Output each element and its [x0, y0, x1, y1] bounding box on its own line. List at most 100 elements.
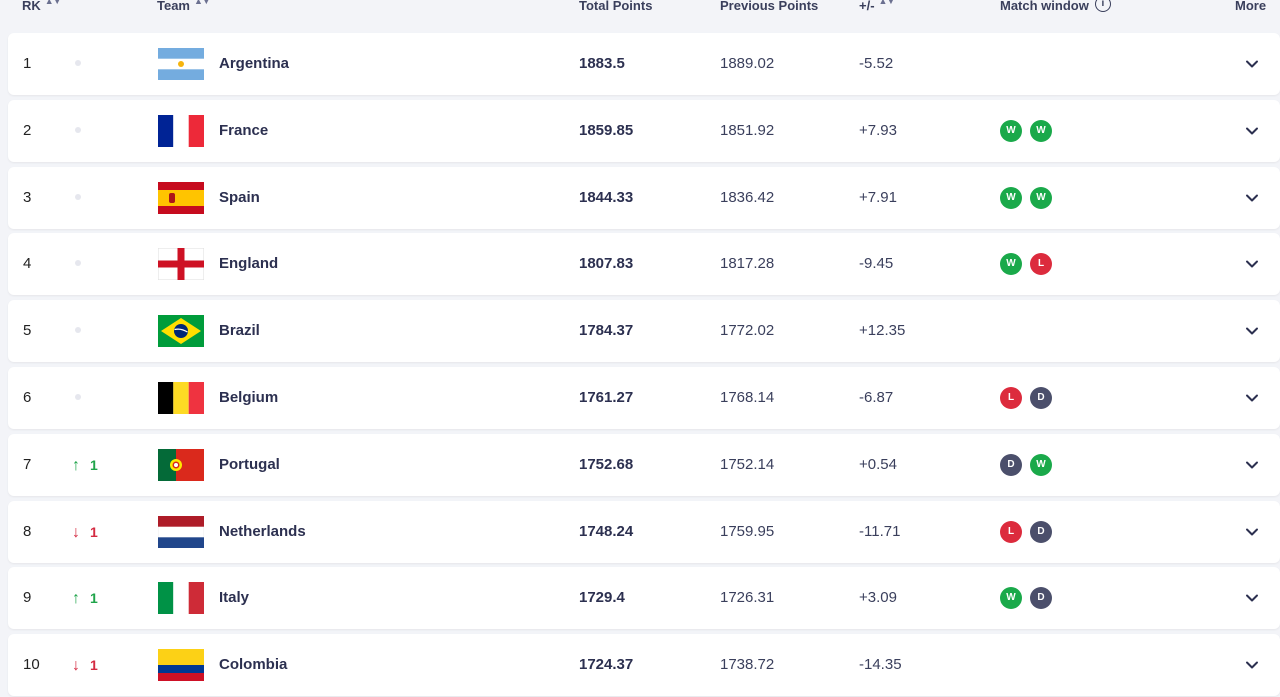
total-points: 1844.33 [579, 188, 634, 206]
table-row[interactable]: 6 Belgium 1761.27 1768.14 -6.87 LD [8, 367, 1280, 429]
match-result-badge: D [1000, 453, 1022, 476]
chevron-down-icon[interactable] [1242, 522, 1262, 542]
table-row[interactable]: 1 Argentina 1883.5 1889.02 -5.52 [8, 33, 1280, 95]
previous-points: 1817.28 [720, 255, 775, 273]
rank-header[interactable]: RK ▲▼ [22, 0, 62, 13]
rank-change [72, 233, 81, 295]
rank-number: 4 [23, 255, 32, 273]
diff-header[interactable]: +/- ▲▼ [859, 0, 895, 13]
sort-icon[interactable]: ▲▼ [194, 0, 211, 6]
rank-number: 10 [23, 656, 40, 674]
more-header: More [1235, 0, 1267, 13]
no-change-dot-icon [75, 327, 81, 334]
no-change-dot-icon [75, 60, 81, 66]
chevron-down-icon[interactable] [1242, 455, 1262, 475]
match-result-badge: L [1000, 387, 1022, 409]
total-points: 1761.27 [579, 389, 634, 406]
rank-number: 8 [23, 522, 32, 540]
match-window: DW [1000, 453, 1060, 476]
team-name[interactable]: Spain [219, 167, 260, 229]
chevron-down-icon[interactable] [1242, 655, 1262, 675]
previous-points: 1851.92 [720, 121, 775, 139]
team-name[interactable]: Italy [219, 567, 249, 629]
team-header[interactable]: Team ▲▼ [157, 0, 211, 13]
rank-number: 7 [23, 455, 32, 473]
table-row[interactable]: 9 ↑ 1 Italy 1729.4 1726.31 +3.09 WD [8, 567, 1280, 630]
arrow-down-icon: ↓ [72, 523, 80, 541]
team-name[interactable]: Brazil [219, 300, 260, 362]
previous-points: 1752.14 [720, 455, 775, 473]
total-points: 1784.37 [579, 322, 634, 340]
rank-change: ↑ 1 [72, 456, 98, 474]
rank-number: 5 [23, 322, 32, 340]
total-points-header: Total Points [579, 0, 653, 13]
chevron-down-icon[interactable] [1242, 388, 1262, 408]
team-name[interactable]: Portugal [219, 434, 280, 496]
match-window: LD [1000, 520, 1060, 543]
total-points: 1748.24 [579, 522, 634, 540]
team-name[interactable]: Belgium [219, 367, 278, 429]
chevron-down-icon[interactable] [1242, 54, 1262, 74]
info-icon[interactable]: i [1094, 0, 1111, 12]
table-row[interactable]: 7 ↑ 1 Portugal 1752.68 1752.14 +0.54 DW [8, 433, 1280, 496]
rank-number: 6 [23, 389, 32, 406]
table-header: RK ▲▼ Team ▲▼ Total Points Previous Points… [0, 0, 1280, 30]
table-row[interactable]: 2 France 1859.85 1851.92 +7.93 WW [8, 99, 1280, 162]
match-window: WL [1000, 253, 1060, 276]
points-diff: -9.45 [859, 255, 894, 273]
brazil-flag [158, 315, 204, 348]
previous-points: 1726.31 [720, 589, 775, 607]
rank-number: 9 [23, 589, 32, 607]
team-name[interactable]: Colombia [219, 634, 287, 696]
chevron-down-icon[interactable] [1242, 254, 1262, 274]
team-name[interactable]: England [219, 233, 278, 295]
arrow-down-icon: ↓ [72, 657, 80, 675]
table-row[interactable]: 5 Brazil 1784.37 1772.02 +12.35 [8, 300, 1280, 363]
previous-points: 1759.95 [720, 522, 775, 540]
match-result-badge: W [1000, 186, 1022, 209]
chevron-down-icon[interactable] [1242, 321, 1262, 341]
rank-change: ↑ 1 [72, 590, 98, 608]
sort-icon[interactable]: ▲▼ [879, 0, 896, 6]
team-name[interactable]: Argentina [219, 33, 289, 95]
rank-number: 1 [23, 55, 32, 72]
team-name[interactable]: France [219, 100, 268, 162]
match-result-badge: D [1030, 387, 1052, 409]
points-diff: +7.93 [859, 121, 897, 139]
rank-change [72, 33, 81, 95]
chevron-down-icon[interactable] [1242, 121, 1262, 141]
previous-points: 1889.02 [720, 55, 775, 72]
points-diff: -11.71 [859, 522, 901, 540]
points-diff: +7.91 [859, 188, 897, 206]
total-points: 1752.68 [579, 455, 634, 473]
table-row[interactable]: 3 Spain 1844.33 1836.42 +7.91 WW [8, 166, 1280, 229]
table-row[interactable]: 10 ↓ 1 Colombia 1724.37 1738.72 -14.35 [8, 634, 1280, 697]
match-window: LD [1000, 387, 1060, 409]
france-flag [158, 114, 204, 147]
total-points: 1859.85 [579, 121, 634, 139]
match-window-header: Match window i [1000, 0, 1111, 13]
match-result-badge: D [1030, 520, 1052, 543]
previous-points: 1772.02 [720, 322, 775, 340]
sort-icon[interactable]: ▲▼ [45, 0, 62, 6]
colombia-flag [158, 649, 204, 682]
belgium-flag [158, 382, 204, 414]
table-row[interactable]: 4 England 1807.83 1817.28 -9.45 WL [8, 233, 1280, 296]
table-row[interactable]: 8 ↓ 1 Netherlands 1748.24 1759.95 -11.71 … [8, 500, 1280, 563]
points-diff: -6.87 [859, 389, 894, 406]
match-result-badge: L [1030, 253, 1052, 276]
chevron-down-icon[interactable] [1242, 588, 1262, 608]
previous-points-header: Previous Points [720, 0, 819, 13]
match-result-badge: D [1030, 587, 1052, 610]
rank-change [72, 367, 81, 429]
match-result-badge: W [1030, 186, 1052, 209]
chevron-down-icon[interactable] [1242, 188, 1262, 208]
previous-points: 1738.72 [720, 656, 775, 674]
previous-points: 1836.42 [720, 188, 775, 206]
match-window: WW [1000, 186, 1060, 209]
points-diff: +12.35 [859, 322, 906, 340]
match-result-badge: W [1030, 119, 1052, 142]
team-name[interactable]: Netherlands [219, 501, 306, 563]
arrow-up-icon: ↑ [72, 590, 80, 608]
match-result-badge: W [1030, 453, 1052, 476]
